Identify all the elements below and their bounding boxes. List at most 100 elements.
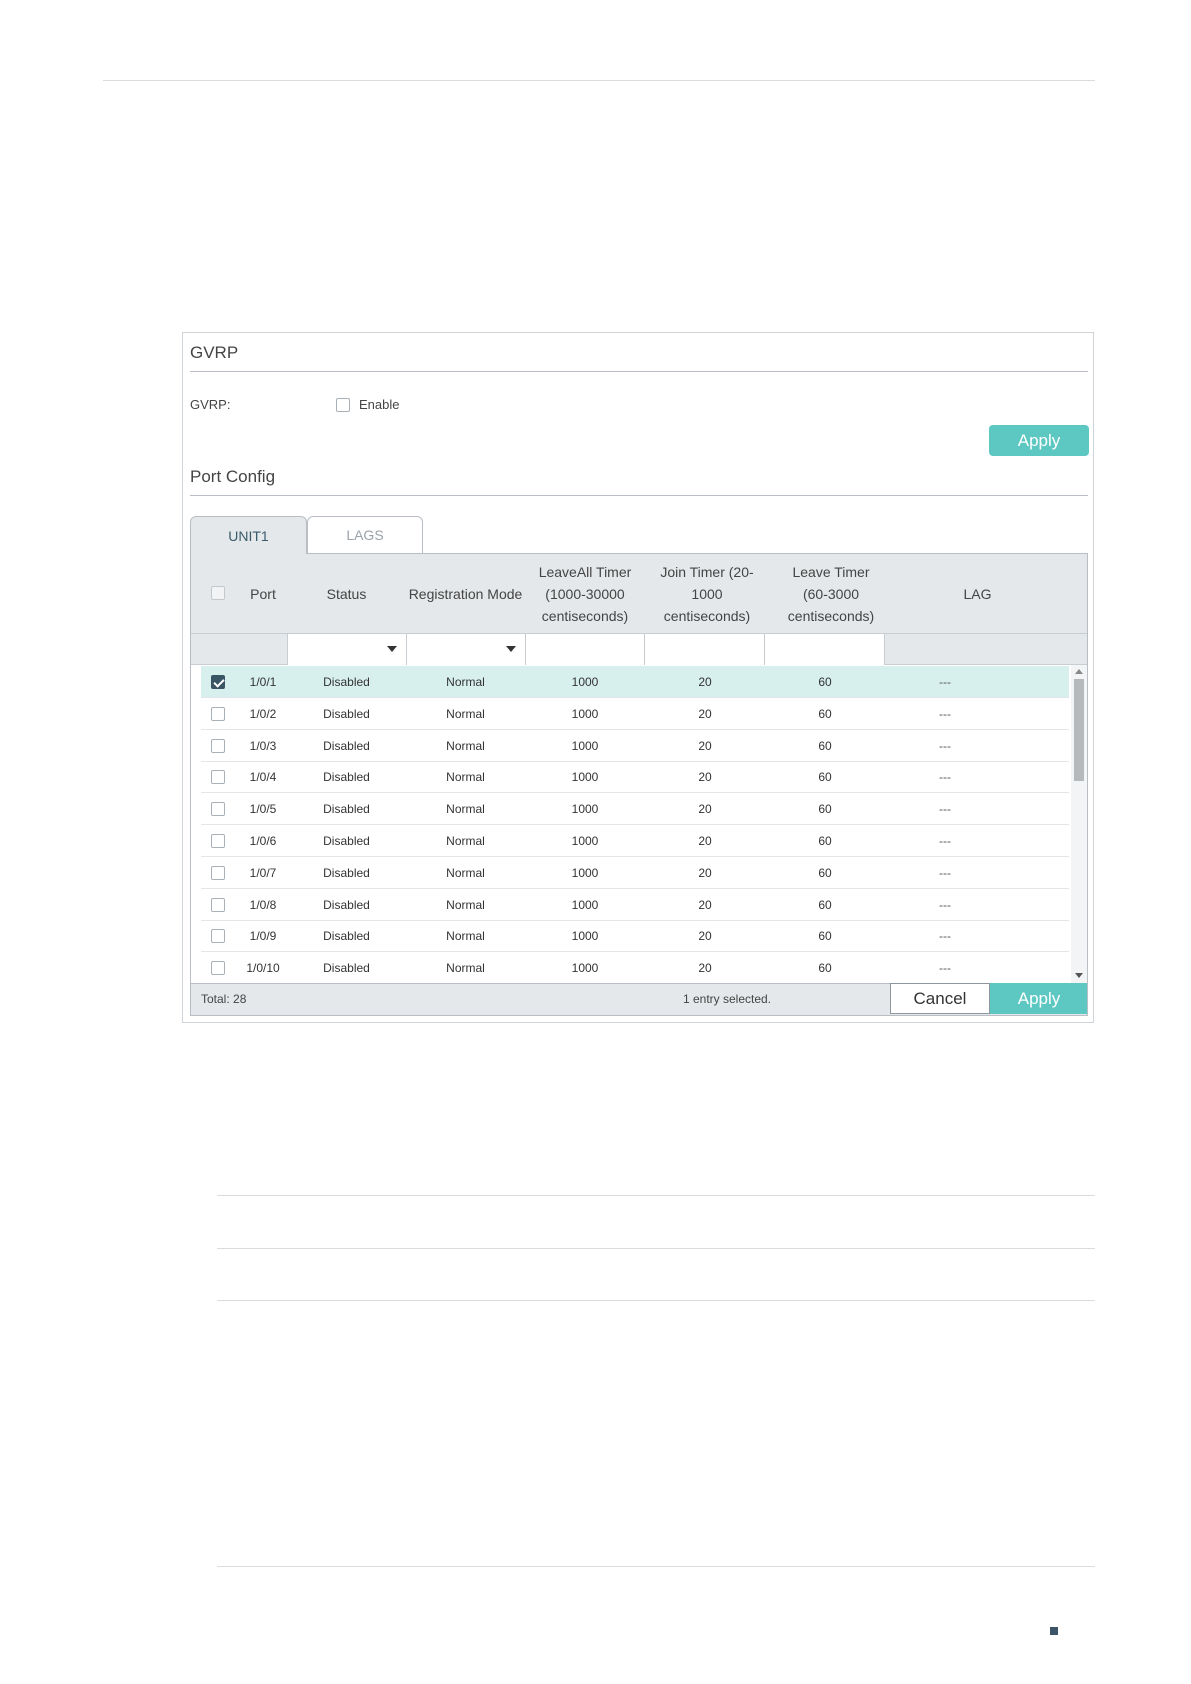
cell-leave-timer: 60 (818, 770, 832, 785)
table-row[interactable]: 1/0/1 Disabled Normal 1000 20 60 --- (201, 666, 1069, 698)
scroll-down-icon[interactable] (1075, 973, 1083, 978)
table-row[interactable]: 1/0/10 Disabled Normal 1000 20 60 --- (201, 952, 1069, 983)
cell-lag: --- (939, 802, 951, 817)
gvrp-apply-button[interactable]: Apply (989, 425, 1089, 456)
leave-timer-input[interactable] (764, 634, 885, 665)
column-header-status[interactable]: Status (287, 554, 406, 634)
registration-mode-filter-select[interactable] (406, 634, 526, 665)
cell-registration-mode: Normal (446, 675, 485, 689)
cell-lag: --- (939, 770, 951, 785)
cell-port: 1/0/7 (249, 865, 277, 880)
cell-status: Disabled (323, 961, 370, 976)
section-rule (217, 1248, 1095, 1249)
cell-status: Disabled (323, 802, 370, 817)
cell-status: Disabled (323, 865, 370, 880)
table-header: Port Status Registration Mode LeaveAll T… (191, 554, 1087, 634)
cell-port: 1/0/1 (249, 675, 277, 689)
row-checkbox[interactable] (211, 865, 225, 880)
cell-leave-timer: 60 (818, 706, 832, 721)
column-header-leaveall-timer[interactable]: LeaveAll Timer (1000-30000 centiseconds) (535, 554, 635, 634)
cell-status: Disabled (323, 770, 370, 785)
cell-leaveall-timer: 1000 (571, 865, 599, 880)
vertical-scrollbar[interactable] (1071, 665, 1087, 983)
cell-leave-timer: 60 (818, 738, 832, 753)
cell-lag: --- (939, 865, 951, 880)
top-rule (103, 80, 1095, 81)
apply-button[interactable]: Apply (990, 983, 1087, 1014)
table-row[interactable]: 1/0/6 Disabled Normal 1000 20 60 --- (201, 825, 1069, 857)
chevron-down-icon (506, 646, 516, 652)
table-row[interactable]: 1/0/5 Disabled Normal 1000 20 60 --- (201, 793, 1069, 826)
cell-leaveall-timer: 1000 (571, 961, 599, 976)
cell-status: Disabled (323, 929, 370, 944)
cell-port: 1/0/8 (249, 897, 277, 912)
column-header-registration-mode[interactable]: Registration Mode (406, 554, 525, 634)
table-footer: Total: 28 1 entry selected. Cancel Apply (191, 983, 1087, 1015)
leaveall-timer-input[interactable] (525, 634, 645, 665)
cell-port: 1/0/3 (249, 738, 277, 753)
row-checkbox[interactable] (211, 738, 225, 753)
column-header-leave-timer[interactable]: Leave Timer (60-3000 centiseconds) (781, 554, 881, 634)
cell-leave-timer: 60 (818, 929, 832, 944)
filter-row (191, 634, 1087, 665)
cell-registration-mode: Normal (446, 961, 485, 976)
gvrp-section-title: GVRP (190, 343, 239, 362)
cell-join-timer: 20 (698, 802, 712, 817)
cell-leaveall-timer: 1000 (571, 675, 599, 689)
column-header-port[interactable]: Port (239, 554, 287, 634)
cell-registration-mode: Normal (446, 738, 485, 753)
page-marker (1050, 1627, 1058, 1635)
row-checkbox[interactable] (211, 929, 225, 944)
cell-port: 1/0/2 (249, 706, 277, 721)
row-checkbox[interactable] (211, 706, 225, 721)
row-checkbox[interactable] (211, 802, 225, 817)
cell-leave-timer: 60 (818, 865, 832, 880)
cell-port: 1/0/10 (246, 961, 280, 976)
table-row[interactable]: 1/0/8 Disabled Normal 1000 20 60 --- (201, 889, 1069, 921)
status-filter-select[interactable] (287, 634, 407, 665)
cell-join-timer: 20 (698, 834, 712, 848)
table-row[interactable]: 1/0/4 Disabled Normal 1000 20 60 --- (201, 761, 1069, 794)
gvrp-enable-checkbox[interactable] (336, 398, 350, 412)
scrollbar-thumb[interactable] (1074, 679, 1084, 781)
select-all-checkbox[interactable] (211, 586, 225, 600)
column-header-join-timer[interactable]: Join Timer (20-1000 centiseconds) (657, 554, 757, 634)
cell-join-timer: 20 (698, 706, 712, 721)
cell-join-timer: 20 (698, 770, 712, 785)
row-checkbox[interactable] (211, 834, 225, 848)
row-checkbox[interactable] (211, 675, 225, 689)
gvrp-enable-label[interactable]: Enable (359, 397, 399, 412)
cell-registration-mode: Normal (446, 706, 485, 721)
cell-leaveall-timer: 1000 (571, 706, 599, 721)
tab-lags[interactable]: LAGS (307, 516, 423, 553)
row-checkbox[interactable] (211, 961, 225, 976)
cell-join-timer: 20 (698, 675, 712, 689)
cell-join-timer: 20 (698, 929, 712, 944)
table-row[interactable]: 1/0/9 Disabled Normal 1000 20 60 --- (201, 920, 1069, 953)
cell-join-timer: 20 (698, 738, 712, 753)
row-checkbox[interactable] (211, 770, 225, 785)
cell-registration-mode: Normal (446, 929, 485, 944)
row-checkbox[interactable] (211, 897, 225, 912)
cell-port: 1/0/6 (249, 834, 277, 848)
column-header-lag[interactable]: LAG (885, 554, 1070, 634)
join-timer-input[interactable] (644, 634, 765, 665)
cell-leaveall-timer: 1000 (571, 738, 599, 753)
tab-unit1[interactable]: UNIT1 (190, 516, 307, 554)
cell-join-timer: 20 (698, 897, 712, 912)
port-config-table: Port Status Registration Mode LeaveAll T… (190, 553, 1088, 1016)
table-row[interactable]: 1/0/2 Disabled Normal 1000 20 60 --- (201, 698, 1069, 730)
cell-registration-mode: Normal (446, 897, 485, 912)
cell-leaveall-timer: 1000 (571, 834, 599, 848)
cell-leave-timer: 60 (818, 802, 832, 817)
scroll-up-icon[interactable] (1075, 669, 1083, 674)
table-row[interactable]: 1/0/7 Disabled Normal 1000 20 60 --- (201, 857, 1069, 889)
section-rule (217, 1566, 1095, 1567)
cell-lag: --- (939, 961, 951, 976)
cell-lag: --- (939, 675, 951, 689)
cell-leave-timer: 60 (818, 897, 832, 912)
table-row[interactable]: 1/0/3 Disabled Normal 1000 20 60 --- (201, 730, 1069, 762)
cancel-button[interactable]: Cancel (890, 983, 990, 1014)
cell-lag: --- (939, 706, 951, 721)
section-divider (190, 495, 1088, 496)
